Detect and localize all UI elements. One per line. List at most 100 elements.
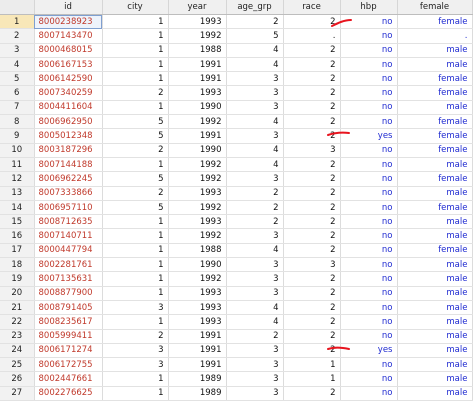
cell-id[interactable]: 8005999411 (34, 329, 103, 344)
cell-female[interactable]: . (397, 28, 473, 44)
cell-race[interactable]: 1 (283, 371, 341, 387)
cell-city[interactable]: 1 (102, 57, 169, 73)
cell-race[interactable]: 2 (283, 114, 341, 130)
table-row[interactable]: 3 8000468015 1 1988 4 2 no male (0, 43, 473, 58)
cell-city[interactable]: 1 (102, 14, 169, 30)
cell-race[interactable]: 3 (283, 143, 341, 158)
table-row[interactable]: 12 8006962245 5 1992 3 2 no female (0, 171, 473, 187)
row-number[interactable]: 6 (0, 85, 35, 101)
cell-year[interactable]: 1993 (168, 14, 227, 30)
cell-city[interactable]: 5 (102, 128, 169, 144)
cell-year[interactable]: 1992 (168, 228, 227, 244)
cell-age-grp[interactable]: 2 (226, 186, 284, 201)
row-number[interactable]: 3 (0, 43, 35, 58)
column-header-female[interactable]: female (397, 0, 473, 15)
cell-female[interactable]: male (397, 214, 473, 230)
table-row[interactable]: 7 8004411604 1 1990 3 2 no male (0, 100, 473, 116)
cell-city[interactable]: 2 (102, 329, 169, 344)
cell-hbp[interactable]: no (340, 386, 398, 402)
cell-hbp[interactable]: no (340, 214, 398, 230)
cell-id[interactable]: 8007140711 (34, 228, 103, 244)
row-number[interactable]: 8 (0, 114, 35, 130)
cell-race[interactable]: 2 (283, 386, 341, 402)
cell-id[interactable]: 8006172755 (34, 357, 103, 373)
row-number[interactable]: 1 (0, 14, 35, 30)
cell-age-grp[interactable]: 4 (226, 300, 284, 316)
cell-hbp[interactable]: no (340, 143, 398, 158)
cell-hbp[interactable]: no (340, 257, 398, 273)
cell-city[interactable]: 3 (102, 357, 169, 373)
row-number[interactable]: 15 (0, 214, 35, 230)
cell-id[interactable]: 8005012348 (34, 128, 103, 144)
cell-city[interactable]: 1 (102, 71, 169, 87)
cell-hbp[interactable]: no (340, 100, 398, 116)
cell-female[interactable]: male (397, 157, 473, 173)
cell-year[interactable]: 1993 (168, 314, 227, 330)
cell-year[interactable]: 1991 (168, 329, 227, 344)
cell-age-grp[interactable]: 3 (226, 371, 284, 387)
cell-race[interactable]: 2 (283, 85, 341, 101)
cell-city[interactable]: 2 (102, 143, 169, 158)
cell-year[interactable]: 1992 (168, 157, 227, 173)
row-number[interactable]: 21 (0, 300, 35, 316)
cell-hbp[interactable]: yes (340, 128, 398, 144)
cell-city[interactable]: 5 (102, 114, 169, 130)
cell-city[interactable]: 1 (102, 243, 169, 259)
column-header-year[interactable]: year (168, 0, 227, 15)
cell-year[interactable]: 1992 (168, 171, 227, 187)
cell-female[interactable]: male (397, 329, 473, 344)
cell-age-grp[interactable]: 2 (226, 200, 284, 216)
cell-year[interactable]: 1990 (168, 257, 227, 273)
cell-id[interactable]: 8007135631 (34, 271, 103, 287)
table-row[interactable]: 20 8008877900 1 1993 3 2 no male (0, 286, 473, 301)
cell-hbp[interactable]: no (340, 114, 398, 130)
cell-id[interactable]: 8007340259 (34, 85, 103, 101)
cell-hbp[interactable]: no (340, 329, 398, 344)
cell-age-grp[interactable]: 3 (226, 386, 284, 402)
table-row[interactable]: 1 8000238923 1 1993 2 2 no female (0, 14, 473, 30)
cell-hbp[interactable]: no (340, 71, 398, 87)
cell-year[interactable]: 1991 (168, 57, 227, 73)
table-row[interactable]: 10 8003187296 2 1990 4 3 no female (0, 143, 473, 158)
cell-city[interactable]: 1 (102, 257, 169, 273)
table-row[interactable]: 4 8006167153 1 1991 4 2 no male (0, 57, 473, 73)
cell-female[interactable]: male (397, 100, 473, 116)
cell-hbp[interactable]: no (340, 271, 398, 287)
table-row[interactable]: 15 8008712635 1 1993 2 2 no male (0, 214, 473, 230)
cell-year[interactable]: 1993 (168, 214, 227, 230)
cell-id[interactable]: 8003187296 (34, 143, 103, 158)
cell-id[interactable]: 8006962950 (34, 114, 103, 130)
cell-year[interactable]: 1989 (168, 386, 227, 402)
cell-age-grp[interactable]: 3 (226, 271, 284, 287)
cell-hbp[interactable]: no (340, 43, 398, 58)
cell-id[interactable]: 8007143470 (34, 28, 103, 44)
row-number[interactable]: 13 (0, 186, 35, 201)
row-number[interactable]: 17 (0, 243, 35, 259)
row-number[interactable]: 23 (0, 329, 35, 344)
cell-race[interactable]: 1 (283, 357, 341, 373)
cell-age-grp[interactable]: 4 (226, 143, 284, 158)
table-row[interactable]: 9 8005012348 5 1991 3 2 yes female (0, 128, 473, 144)
cell-age-grp[interactable]: 3 (226, 171, 284, 187)
cell-hbp[interactable]: no (340, 243, 398, 259)
cell-race[interactable]: 2 (283, 300, 341, 316)
cell-female[interactable]: female (397, 143, 473, 158)
cell-year[interactable]: 1993 (168, 286, 227, 301)
cell-female[interactable]: male (397, 228, 473, 244)
cell-age-grp[interactable]: 3 (226, 100, 284, 116)
table-row[interactable]: 14 8006957110 5 1992 2 2 no female (0, 200, 473, 216)
cell-hbp[interactable]: no (340, 300, 398, 316)
cell-female[interactable]: male (397, 343, 473, 359)
row-number[interactable]: 11 (0, 157, 35, 173)
cell-age-grp[interactable]: 3 (226, 71, 284, 87)
row-number[interactable]: 4 (0, 57, 35, 73)
cell-female[interactable]: female (397, 85, 473, 101)
cell-female[interactable]: male (397, 371, 473, 387)
cell-id[interactable]: 8006142590 (34, 71, 103, 87)
cell-age-grp[interactable]: 3 (226, 357, 284, 373)
cell-female[interactable]: female (397, 114, 473, 130)
cell-age-grp[interactable]: 4 (226, 243, 284, 259)
cell-id[interactable]: 8008235617 (34, 314, 103, 330)
cell-year[interactable]: 1992 (168, 271, 227, 287)
cell-female[interactable]: female (397, 71, 473, 87)
